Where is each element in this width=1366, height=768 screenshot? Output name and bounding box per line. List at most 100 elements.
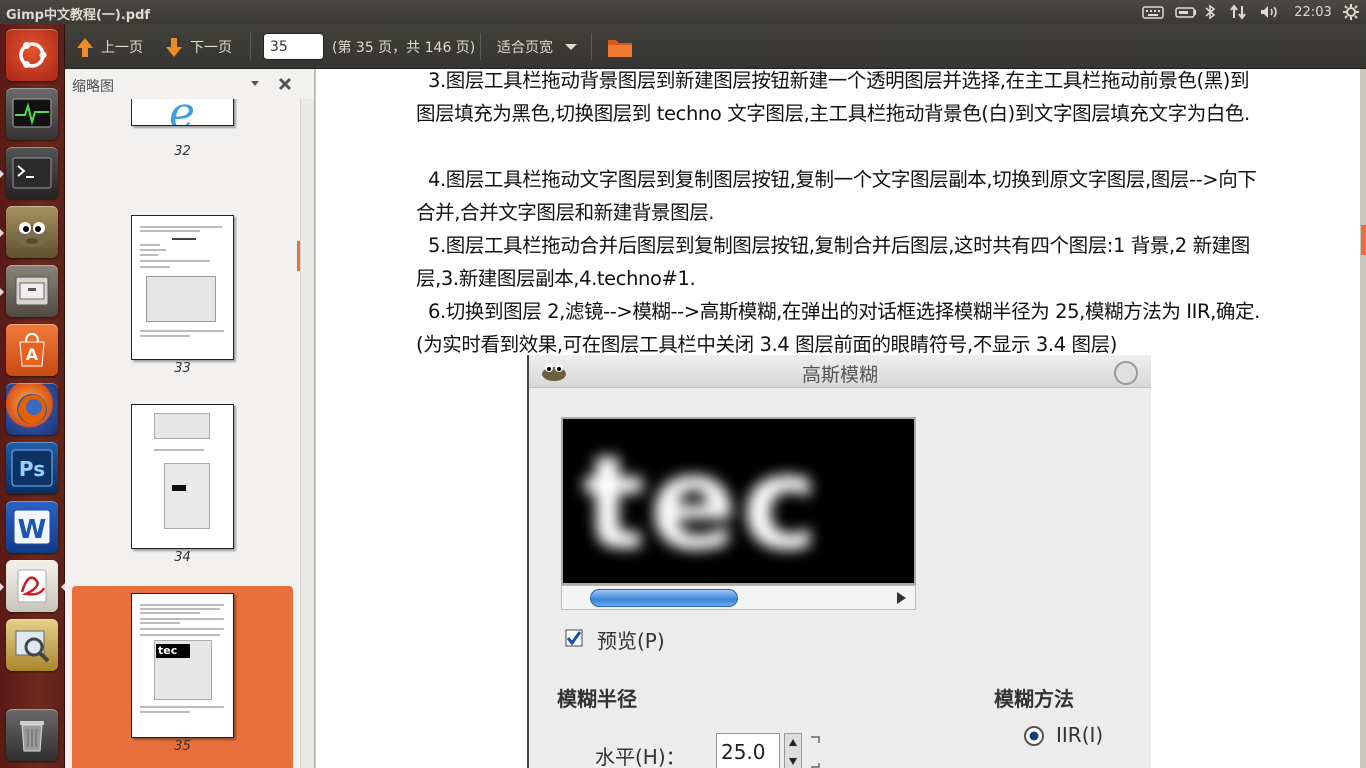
running-indicator [0,170,4,178]
thumbnail-item[interactable]: 34 [72,398,293,583]
thumbnail-list: e 32 33 34 tec 35 [65,99,300,768]
image-viewer-icon [15,630,50,663]
bluetooth-icon[interactable] [1202,3,1218,21]
preview-checkbox-label: 预览(P) [597,629,665,653]
document-view[interactable]: 3.图层工具栏拖动背景图层到新建图层按钮新建一个透明图层并选择,在主工具栏拖动前… [315,69,1366,768]
blur-preview: tec [561,417,916,585]
thumbnail-item[interactable]: 33 [72,209,293,394]
close-icon[interactable] [278,77,292,91]
next-page-button[interactable]: 下一页 [164,24,232,69]
document-viewer-icon [17,569,47,603]
pdf-page: 3.图层工具栏拖动背景图层到新建图层按钮新建一个透明图层并选择,在主工具栏拖动前… [316,69,1360,768]
toolbar-separator [480,33,481,60]
previous-page-button[interactable]: 上一页 [75,24,143,69]
dialog-titlebar: 高斯模糊 [529,355,1151,388]
thumbnail-number: 35 [174,739,191,754]
page-edge [1360,69,1366,768]
folder-icon [608,39,632,57]
image-viewer-button[interactable] [6,619,58,671]
running-indicator [0,583,4,591]
iir-radio-label: IIR(I) [1056,723,1104,747]
scroll-position-marker [1361,225,1366,255]
chain-link-icon [811,736,820,768]
page-thumbnail [131,404,234,549]
file-manager-button[interactable] [6,265,58,317]
file-cabinet-icon [15,276,49,306]
terminal-button[interactable] [6,147,58,199]
trash-button[interactable] [6,709,58,761]
running-indicator [0,229,4,237]
page-info: (第 35 页，共 146 页) [332,39,476,56]
dropdown-arrow-icon[interactable] [251,81,259,87]
thumbnail-item[interactable]: e 32 [72,99,293,166]
zoom-select[interactable]: 适合页宽 [497,24,579,69]
system-monitor-button[interactable] [6,88,58,140]
writer-button[interactable]: W [6,501,58,553]
radio-selected-icon [1024,726,1044,746]
system-monitor-icon [12,98,52,128]
zoom-value: 适合页宽 [497,39,553,56]
top-panel: Gimp中文教程(一).pdf 22:03 [0,0,1366,24]
toolbar: 上一页 下一页 (第 35 页，共 146 页) 适合页宽 [65,24,1366,69]
svg-text:e: e [169,99,195,126]
blur-radius-heading: 模糊半径 [557,687,637,711]
horizontal-value-field: 25.0 [716,733,780,768]
firefox-button[interactable] [6,383,58,435]
gaussian-blur-dialog-image: 高斯模糊 tec 预览(P) 模糊半径 模糊方法 水平(H)： 25.0 IIR… [527,355,1151,768]
page-thumbnail: e [131,99,234,126]
ubuntu-logo-icon [19,42,47,68]
dialog-title: 高斯模糊 [801,364,878,386]
terminal-icon [12,157,52,189]
photoshop-button[interactable]: Ps [6,442,58,494]
svg-text:W: W [18,515,47,545]
thumbnail-number: 32 [174,144,191,159]
keyboard-icon[interactable] [1141,3,1165,21]
arrow-down-icon [166,37,182,57]
battery-icon[interactable] [1174,3,1198,21]
scroll-position-marker [297,241,300,271]
thumbnail-item-selected[interactable]: tec 35 [72,586,293,768]
ie-logo-icon: e [169,99,195,126]
thumbnail-preview-text: tec [156,644,190,658]
preview-scrollbar [561,585,916,610]
clock[interactable]: 22:03 [1291,3,1335,21]
arrow-right-icon [897,592,906,604]
window-title: Gimp中文教程(一).pdf [6,8,151,23]
thumbnail-number: 34 [174,550,191,565]
thumbnail-sidebar: 缩略图 e 32 33 34 tec 35 [65,69,315,768]
gimp-icon [16,222,48,247]
sidebar-header: 缩略图 [65,69,300,99]
chevron-down-icon [565,43,577,50]
next-page-label: 下一页 [190,39,232,56]
gear-icon[interactable] [1340,3,1362,21]
blur-method-heading: 模糊方法 [994,687,1074,711]
arrow-up-icon [77,37,93,57]
launcher: A Ps W [0,24,65,768]
toolbar-separator [591,33,592,60]
firefox-icon [17,394,47,424]
gimp-button[interactable] [6,206,58,258]
sidebar-scrollbar[interactable] [297,99,314,768]
svg-text:Ps: Ps [19,457,45,481]
paragraph: 5.图层工具栏拖动合并后图层到复制图层按钮,复制合并后图层,这时共有四个图层:1… [416,234,1250,290]
software-center-button[interactable]: A [6,324,58,376]
network-icon[interactable] [1227,3,1249,21]
open-folder-button[interactable] [607,24,633,69]
close-circle-icon [1114,361,1138,385]
svg-text:A: A [26,345,39,364]
volume-icon[interactable] [1258,3,1282,21]
trash-icon [20,721,44,752]
document-viewer-button[interactable] [6,560,58,612]
photoshop-icon: Ps [11,449,53,487]
toolbar-separator [250,33,251,60]
horizontal-label: 水平(H)： [595,745,686,768]
previous-page-label: 上一页 [101,39,143,56]
paragraph: 6.切换到图层 2,滤镜-->模糊-->高斯模糊,在弹出的对话框选择模糊半径为 … [416,300,1260,356]
running-indicator [0,288,4,296]
page-number-input[interactable] [263,33,324,60]
scrollbar-thumb [590,589,738,607]
paragraph: 4.图层工具栏拖动文字图层到复制图层按钮,复制一个文字图层副本,切换到原文字图层… [416,168,1257,224]
page-thumbnail [131,215,234,360]
ubuntu-dash-button[interactable] [6,29,58,81]
paragraph: 3.图层工具栏拖动背景图层到新建图层按钮新建一个透明图层并选择,在主工具栏拖动前… [416,69,1250,125]
